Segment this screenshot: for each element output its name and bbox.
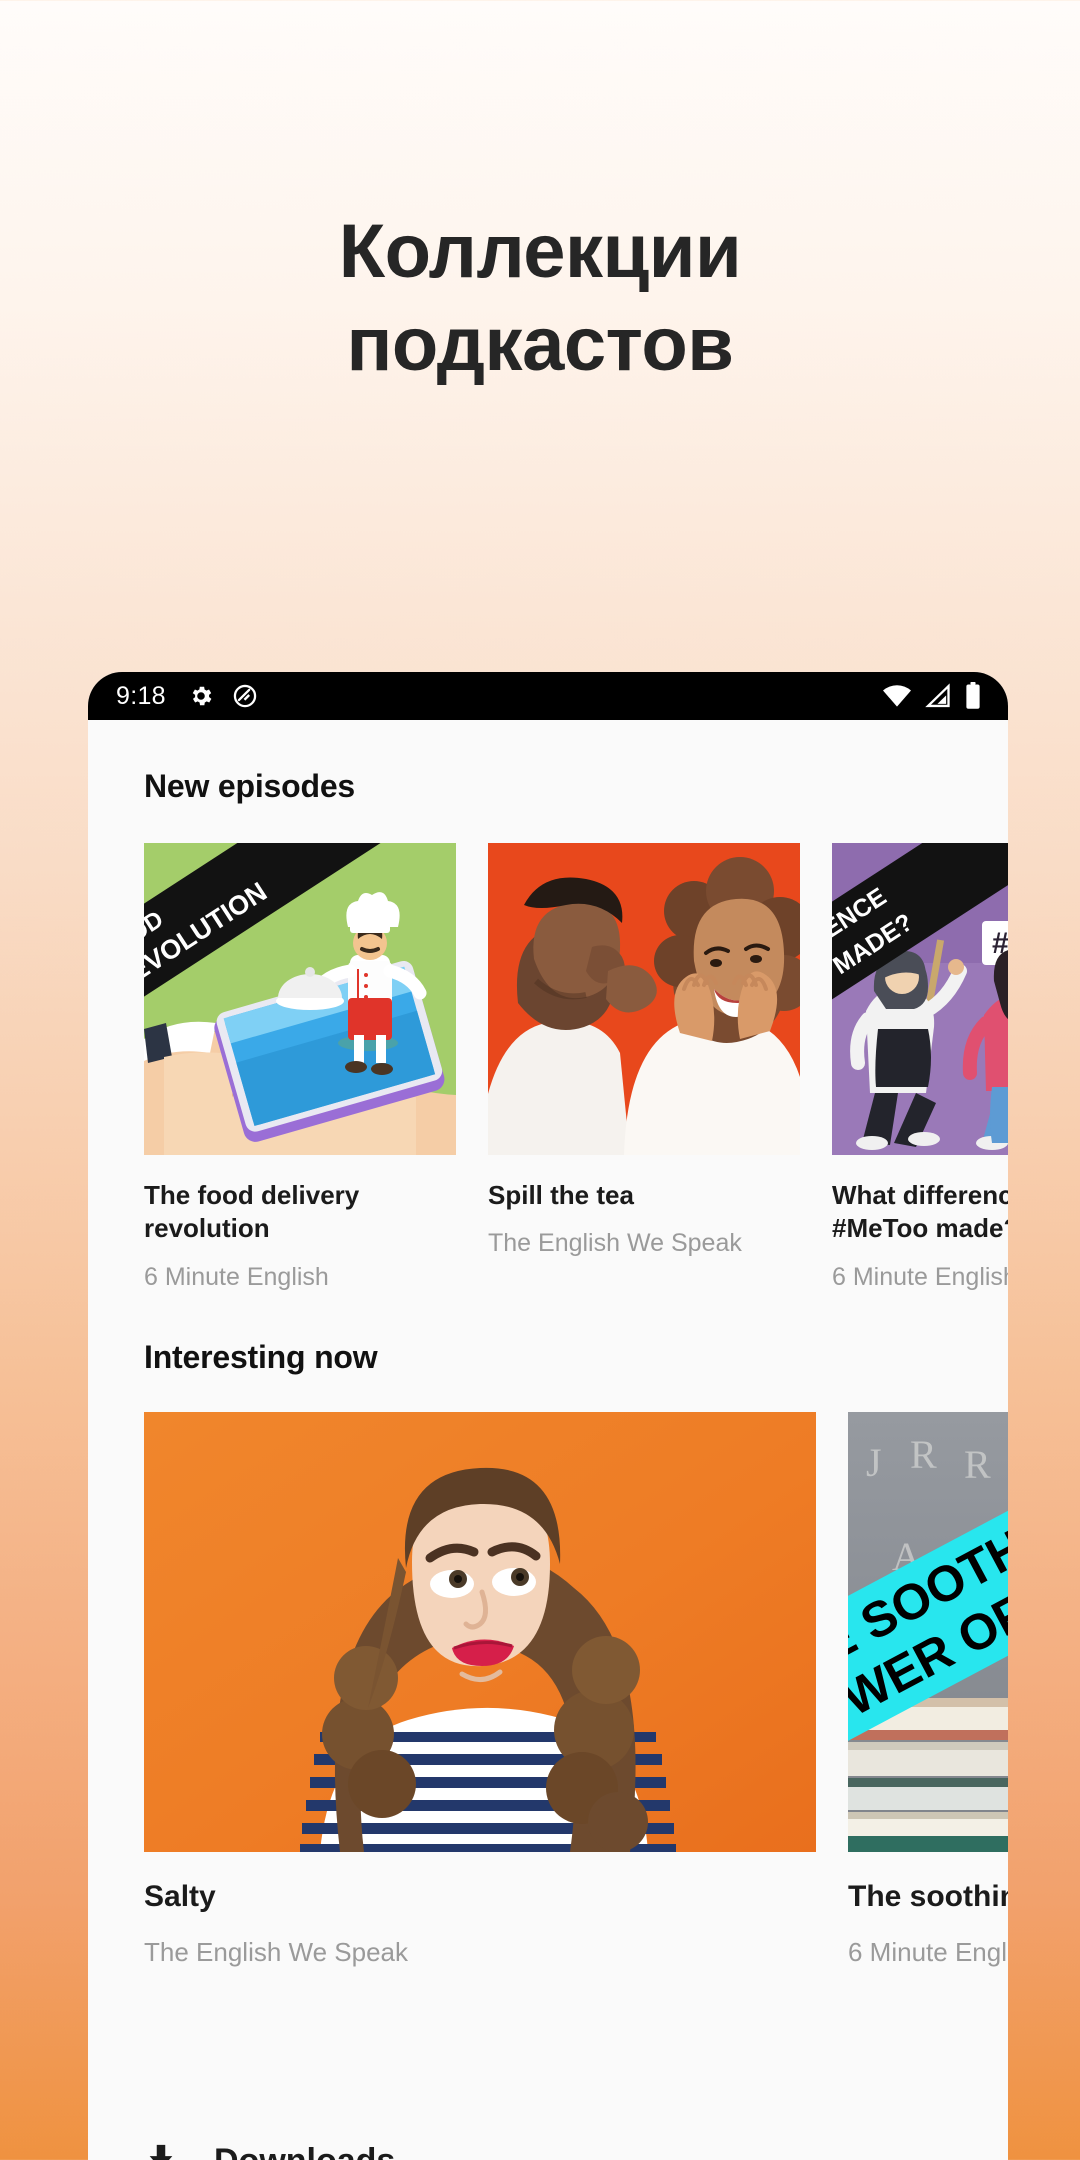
status-bar-right-icons [882, 682, 982, 710]
podcast-card-subtitle: The English We Speak [144, 1937, 408, 1968]
whisper-photo-illustration [488, 843, 800, 1155]
app-content: New episodes FOOD REVOLUTION The food de… [88, 720, 1008, 2160]
podcast-card-subtitle: 6 Minute English [832, 1262, 1008, 1291]
podcast-card-subtitle: 6 Minute English [848, 1937, 1008, 1968]
podcast-card-salty[interactable]: Salty The English We Speak [144, 1411, 816, 1969]
podcast-card-food-delivery-revolution[interactable]: FOOD REVOLUTION The food delivery revolu… [144, 843, 456, 1293]
bottom-nav-downloads[interactable]: Downloads [88, 2122, 1008, 2160]
podcast-thumbnail[interactable]: #METOO [832, 843, 1008, 1155]
carousel-interesting-now[interactable]: Salty The English We Speak J R R A THE S… [88, 1411, 1008, 1969]
promo-headline-line-2: подкастов [346, 301, 734, 387]
podcast-card-soothing-power-of-books[interactable]: J R R T O L K A B C D X [848, 1411, 1008, 1969]
metoo-march-illustration: #METOO [832, 843, 1008, 1155]
svg-text:R: R [964, 1442, 991, 1487]
podcast-card-title: Spill the tea [488, 1180, 634, 1210]
promo-headline-line-1: Коллекции [338, 209, 742, 294]
podcast-thumbnail[interactable] [488, 843, 800, 1155]
podcast-thumbnail[interactable]: FOOD REVOLUTION [144, 843, 456, 1155]
podcast-card-title: What difference has #MeToo made? [832, 1180, 1008, 1244]
battery-icon [964, 682, 982, 710]
podcast-card-title: Salty [144, 1879, 216, 1913]
podcast-card-subtitle: 6 Minute English [144, 1262, 329, 1291]
cellular-signal-icon [924, 683, 952, 709]
books-photo-illustration: J R R T O L K A B C D X [848, 1411, 1008, 1852]
promo-headline: Коллекции подкастов [0, 206, 1080, 391]
podcast-card-subtitle: The English We Speak [488, 1229, 742, 1258]
podcast-card-metoo[interactable]: #METOO [832, 843, 1008, 1293]
podcast-thumbnail[interactable] [144, 1411, 816, 1852]
gear-icon [188, 683, 214, 709]
podcast-thumbnail[interactable]: J R R T O L K A B C D X [848, 1411, 1008, 1852]
svg-text:R: R [910, 1432, 937, 1477]
status-bar: 9:18 [88, 672, 1008, 720]
section-title-interesting-now: Interesting now [144, 1338, 378, 1375]
podcast-card-spill-the-tea[interactable]: Spill the tea The English We Speak [488, 843, 800, 1293]
do-not-disturb-icon [232, 683, 258, 709]
carousel-new-episodes[interactable]: FOOD REVOLUTION The food delivery revolu… [88, 843, 1008, 1293]
wifi-icon [882, 683, 912, 709]
bottom-nav-label: Downloads [214, 2142, 395, 2160]
status-bar-left-icons [188, 683, 258, 709]
salty-photo-illustration [144, 1411, 816, 1852]
svg-text:J: J [866, 1440, 882, 1485]
phone-mockup: 9:18 New episodes FOOD REVOLUTION The fo… [88, 672, 1008, 2160]
status-bar-time: 9:18 [116, 681, 166, 710]
download-icon [144, 2142, 178, 2160]
podcast-card-title: The soothing power of books [848, 1879, 1008, 1913]
podcast-card-title: The food delivery revolution [144, 1180, 360, 1244]
section-title-new-episodes: New episodes [144, 768, 356, 804]
food-revolution-illustration: FOOD REVOLUTION [144, 843, 456, 1155]
